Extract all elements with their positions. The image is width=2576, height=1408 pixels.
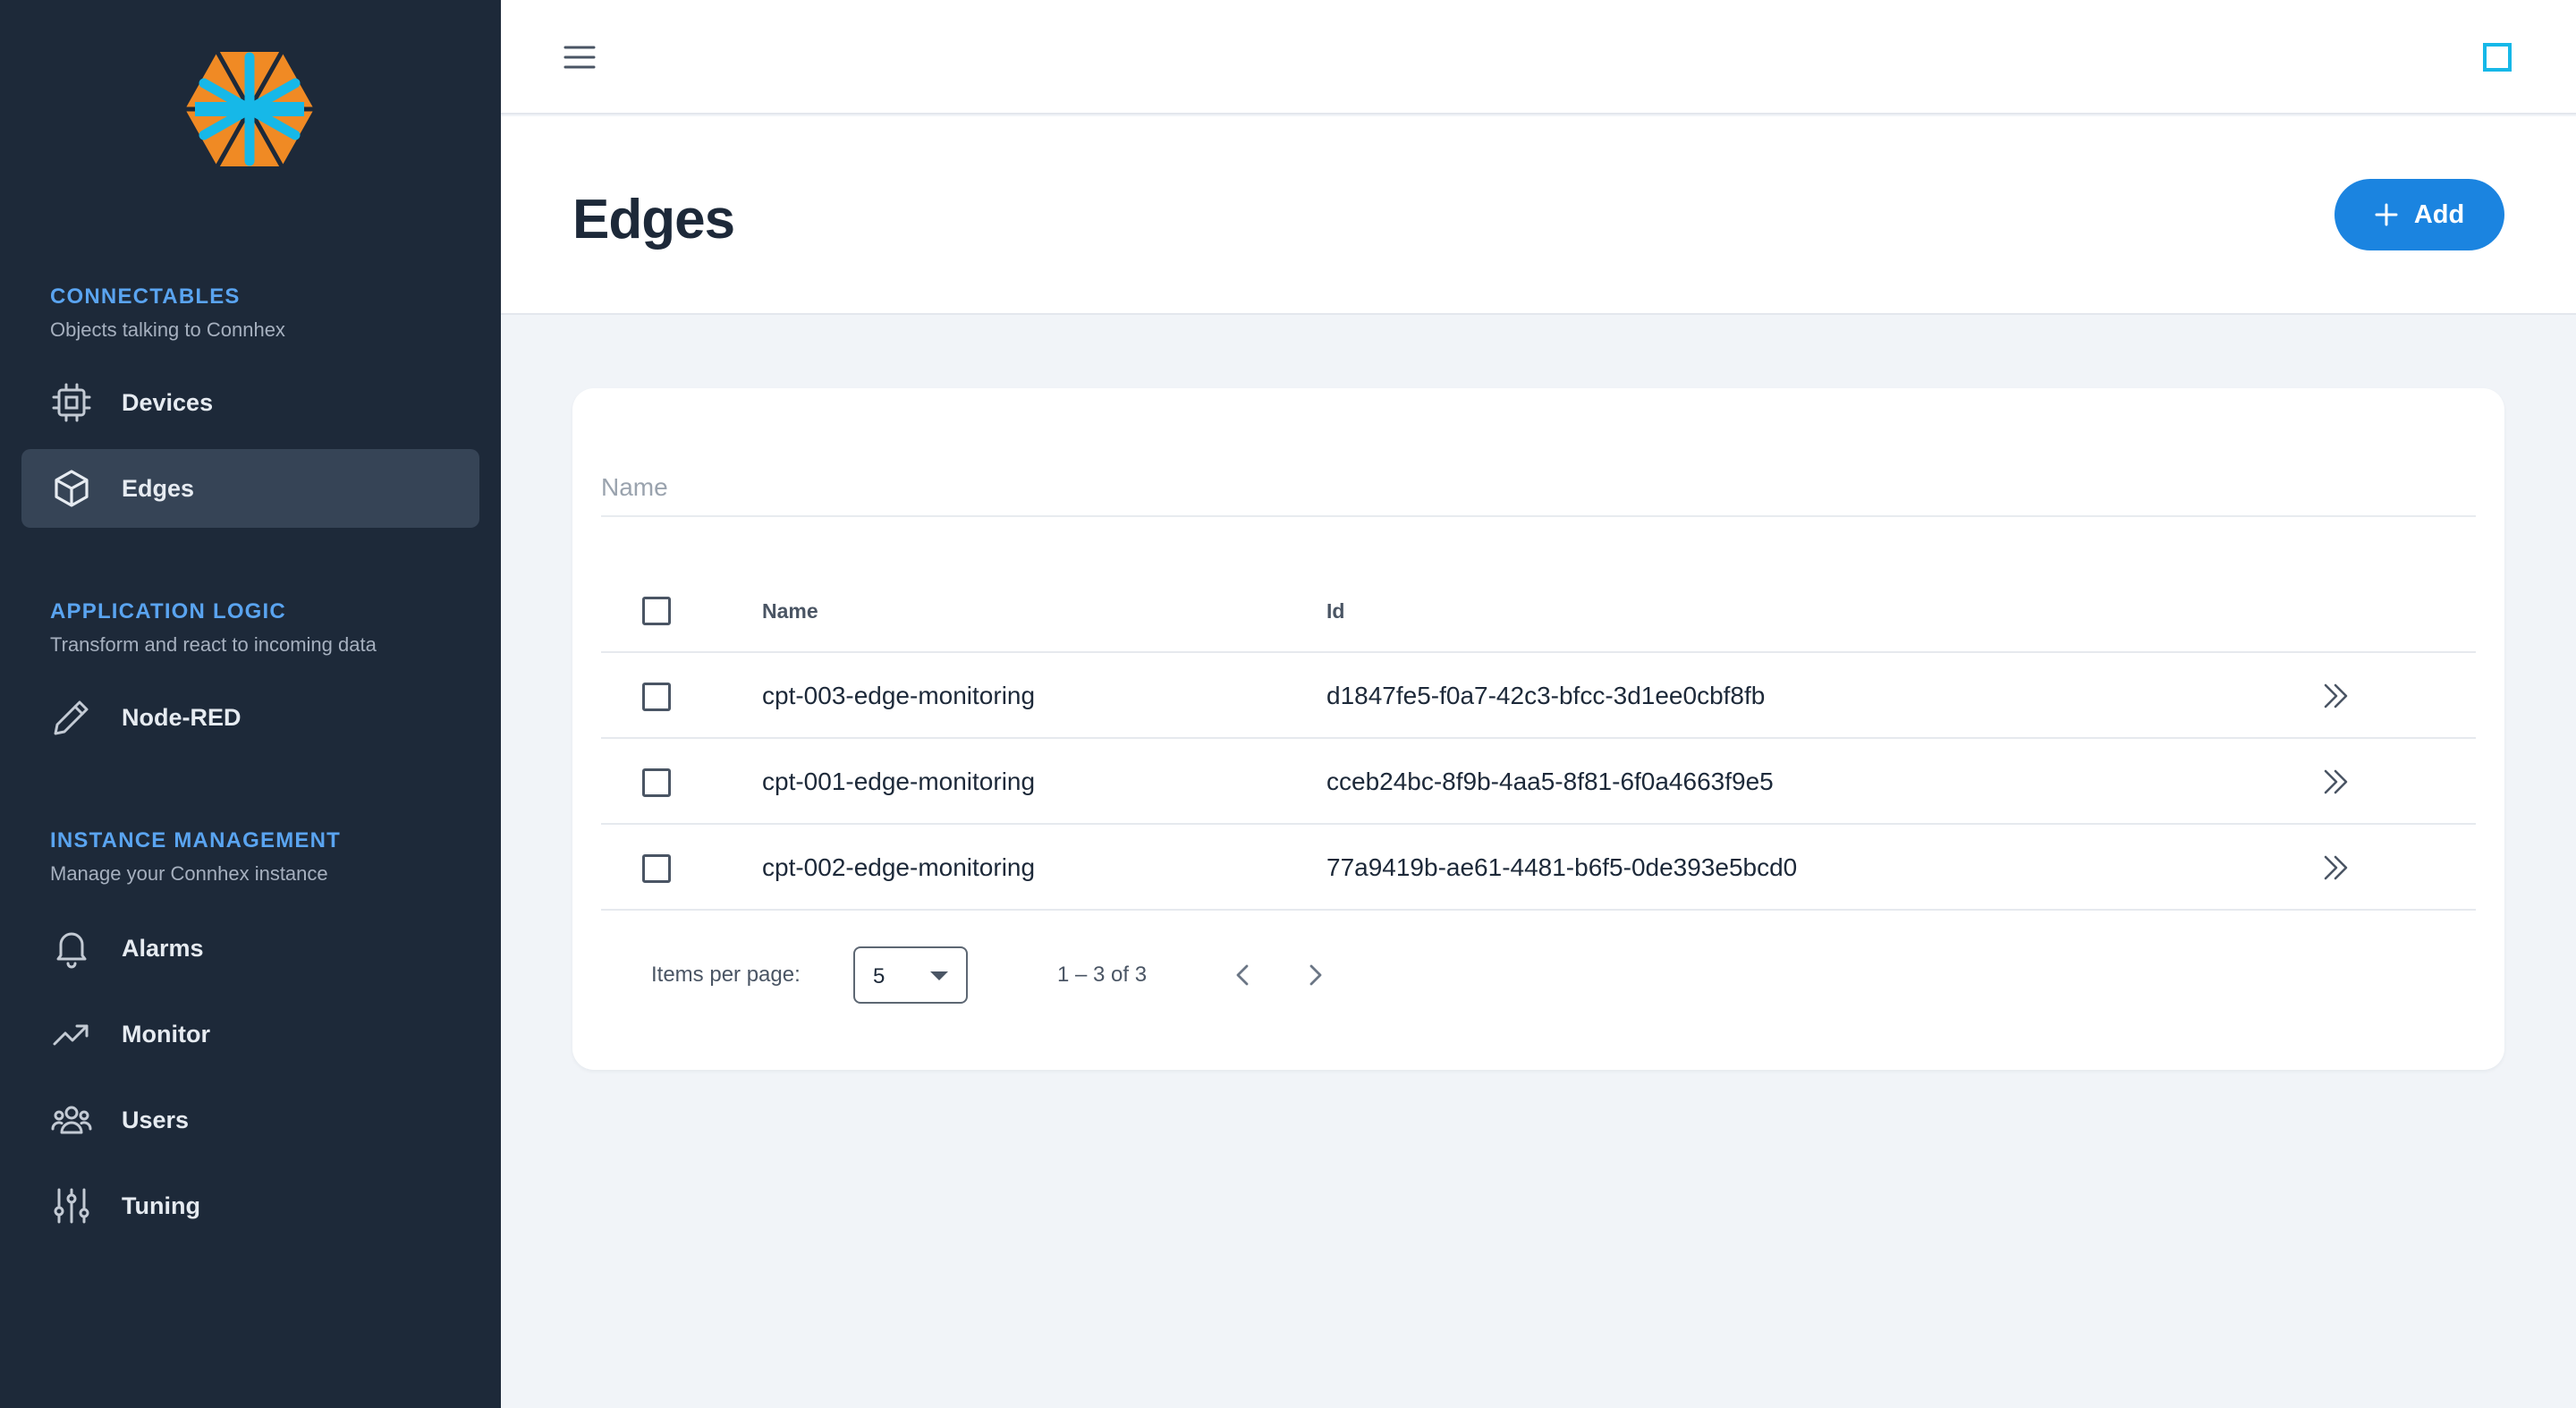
edge-id: d1847fe5-f0a7-42c3-bfcc-3d1ee0cbf8fb bbox=[1326, 682, 1766, 709]
sidebar-item-label: Users bbox=[122, 1106, 190, 1133]
column-header-id[interactable]: Id bbox=[1326, 599, 1344, 623]
double-chevron-right-icon[interactable] bbox=[2318, 764, 2354, 800]
section-subtitle-connectables: Objects talking to Connhex bbox=[50, 318, 285, 341]
page-range-label: 1 – 3 of 3 bbox=[1057, 963, 1148, 987]
sliders-icon bbox=[50, 1184, 93, 1227]
sidebar-item-tuning[interactable]: Tuning bbox=[21, 1166, 479, 1245]
name-filter-input[interactable] bbox=[601, 467, 2476, 517]
items-per-page-label: Items per page: bbox=[651, 963, 801, 987]
bell-icon bbox=[50, 927, 93, 970]
chevron-left-icon[interactable] bbox=[1227, 959, 1259, 991]
users-icon bbox=[50, 1098, 93, 1141]
row-checkbox[interactable] bbox=[642, 854, 671, 883]
table-row[interactable]: cpt-001-edge-monitoring cceb24bc-8f9b-4a… bbox=[601, 739, 2476, 825]
square-icon[interactable] bbox=[2483, 43, 2512, 72]
select-all-checkbox[interactable] bbox=[642, 597, 671, 625]
edge-name: cpt-003-edge-monitoring bbox=[762, 682, 1036, 709]
sidebar-item-label: Node-RED bbox=[122, 703, 242, 731]
edges-table: Name Id cpt-003-edge-monitoring d1847fe5… bbox=[601, 567, 2476, 911]
edge-id: 77a9419b-ae61-4481-b6f5-0de393e5bcd0 bbox=[1326, 853, 1798, 881]
main-content: Edges Add Name Id cpt-003-edge-monitorin… bbox=[501, 0, 2576, 1408]
app: CONNECTABLES Objects talking to Connhex … bbox=[0, 0, 2576, 1408]
column-header-name[interactable]: Name bbox=[762, 599, 818, 623]
add-button[interactable]: Add bbox=[2334, 179, 2504, 250]
menu-icon[interactable] bbox=[562, 39, 597, 75]
cube-icon bbox=[50, 467, 93, 510]
table-row[interactable]: cpt-003-edge-monitoring d1847fe5-f0a7-42… bbox=[601, 653, 2476, 739]
edge-name: cpt-001-edge-monitoring bbox=[762, 768, 1036, 795]
section-title-application-logic: APPLICATION LOGIC bbox=[50, 599, 286, 623]
row-checkbox[interactable] bbox=[642, 683, 671, 711]
page-title: Edges bbox=[572, 189, 735, 250]
sidebar-item-node-red[interactable]: Node-RED bbox=[21, 678, 479, 757]
sidebar-item-label: Edges bbox=[122, 474, 195, 502]
trending-up-icon bbox=[50, 1013, 93, 1056]
chip-icon bbox=[50, 381, 93, 424]
sidebar-item-devices[interactable]: Devices bbox=[21, 363, 479, 442]
items-per-page-select[interactable]: 5 bbox=[853, 946, 968, 1004]
pencil-icon bbox=[50, 696, 93, 739]
double-chevron-right-icon[interactable] bbox=[2318, 678, 2354, 714]
sidebar-item-users[interactable]: Users bbox=[21, 1081, 479, 1159]
sidebar-item-label: Monitor bbox=[122, 1020, 210, 1048]
sidebar-item-label: Devices bbox=[122, 388, 214, 416]
sidebar-item-edges[interactable]: Edges bbox=[21, 449, 479, 528]
sidebar-item-alarms[interactable]: Alarms bbox=[21, 909, 479, 988]
sidebar: CONNECTABLES Objects talking to Connhex … bbox=[0, 0, 501, 1408]
edge-id: cceb24bc-8f9b-4aa5-8f81-6f0a4663f9e5 bbox=[1326, 768, 1774, 795]
paginator: Items per page: 5 1 – 3 of 3 bbox=[601, 946, 2476, 1004]
section-title-instance-management: INSTANCE MANAGEMENT bbox=[50, 828, 342, 852]
page-header: Edges Add bbox=[501, 116, 2576, 315]
connhex-logo[interactable] bbox=[184, 48, 315, 170]
caret-down-icon bbox=[930, 971, 948, 980]
add-button-label: Add bbox=[2413, 199, 2465, 229]
sidebar-item-monitor[interactable]: Monitor bbox=[21, 995, 479, 1073]
double-chevron-right-icon[interactable] bbox=[2318, 850, 2354, 886]
section-title-connectables: CONNECTABLES bbox=[50, 284, 241, 309]
edge-name: cpt-002-edge-monitoring bbox=[762, 853, 1036, 881]
section-subtitle-instance-management: Manage your Connhex instance bbox=[50, 862, 328, 885]
chevron-right-icon[interactable] bbox=[1299, 959, 1331, 991]
plus-icon bbox=[2375, 203, 2398, 226]
top-bar bbox=[501, 0, 2576, 115]
items-per-page-value: 5 bbox=[873, 964, 886, 988]
edges-card: Name Id cpt-003-edge-monitoring d1847fe5… bbox=[572, 388, 2504, 1070]
sidebar-item-label: Tuning bbox=[122, 1192, 200, 1219]
row-checkbox[interactable] bbox=[642, 768, 671, 797]
section-subtitle-application-logic: Transform and react to incoming data bbox=[50, 633, 377, 656]
table-row[interactable]: cpt-002-edge-monitoring 77a9419b-ae61-44… bbox=[601, 825, 2476, 911]
sidebar-item-label: Alarms bbox=[122, 934, 204, 962]
table-header-row: Name Id bbox=[601, 567, 2476, 653]
